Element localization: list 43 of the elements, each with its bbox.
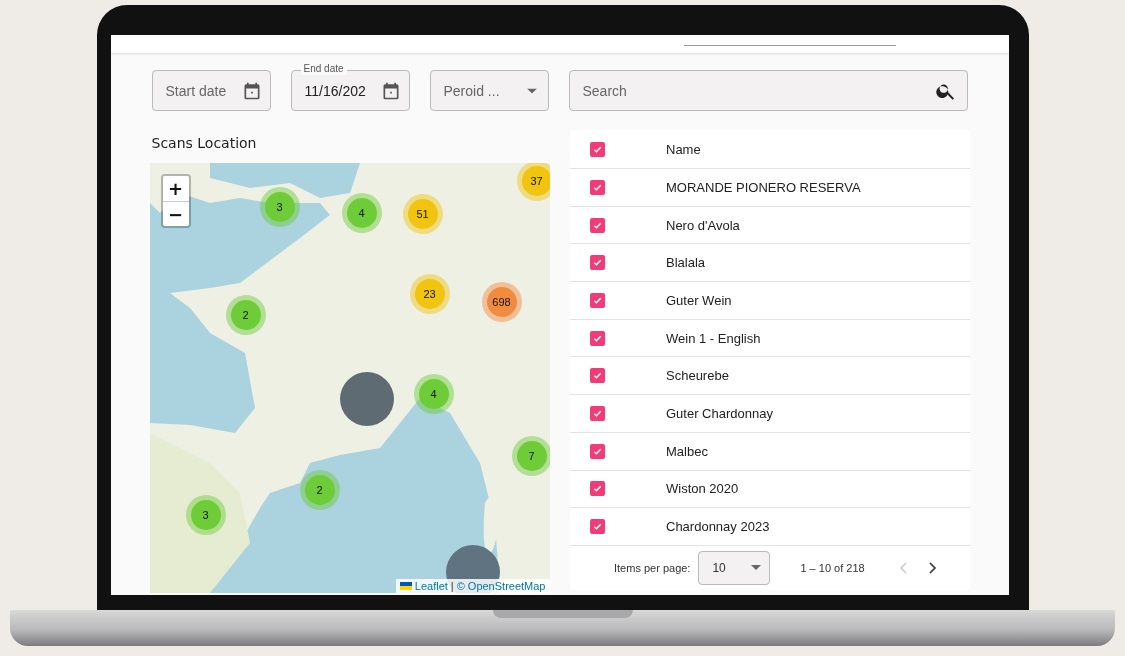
zoom-out-button[interactable]: − (162, 201, 189, 226)
column-header: Name (666, 141, 701, 157)
field-label: End date (300, 63, 347, 75)
leaflet-link[interactable]: Leaflet (414, 580, 448, 592)
next-page-icon[interactable] (928, 561, 937, 574)
table-cell: Wein 1 - English (666, 330, 761, 346)
checkbox[interactable] (590, 443, 605, 459)
checkmark-icon (592, 521, 603, 533)
table-cell: Guter Wein (666, 292, 732, 308)
checkmark-icon (592, 370, 603, 382)
checkbox[interactable] (590, 255, 605, 271)
search-field[interactable]: Search (568, 70, 968, 111)
checkbox[interactable] (590, 405, 605, 421)
period-select[interactable]: Peroid ... (429, 70, 549, 111)
checkbox[interactable] (590, 217, 605, 233)
openstreetmap-link[interactable]: © OpenStreetMap (456, 580, 546, 592)
page-range: 1 – 10 of 218 (800, 561, 865, 574)
checkbox[interactable] (590, 292, 605, 308)
checkbox[interactable] (590, 481, 605, 497)
caret-icon (526, 88, 537, 93)
checkbox[interactable] (590, 330, 605, 346)
section-title: Scans Location (151, 135, 258, 153)
start-date-field[interactable]: Start date (151, 70, 271, 111)
caret-icon (751, 565, 762, 571)
checkbox[interactable] (590, 519, 605, 535)
table-cell: Malbec (666, 443, 708, 459)
table-cell: Blalala (666, 255, 706, 271)
zoom-in-button[interactable]: + (162, 176, 189, 201)
checkbox[interactable] (590, 368, 605, 384)
checkbox[interactable] (590, 179, 605, 195)
page-size-select[interactable]: 10 (698, 550, 771, 585)
flag-icon (399, 582, 412, 590)
separator: | (450, 580, 454, 592)
checkmark-icon (592, 257, 603, 269)
table-cell: Guter Chardonnay (666, 405, 773, 421)
checkbox[interactable] (590, 141, 605, 157)
items-per-page-label: Items per page: (614, 561, 691, 574)
table-cell: Nero d'Avola (666, 217, 740, 233)
checkmark-icon (592, 483, 603, 495)
table-cell: Wiston 2020 (666, 481, 739, 497)
table-cell: Scheurebe (666, 368, 729, 384)
table-cell: MORANDE PIONERO RESERVA (666, 179, 861, 195)
table-cell: Chardonnay 2023 (666, 519, 770, 535)
